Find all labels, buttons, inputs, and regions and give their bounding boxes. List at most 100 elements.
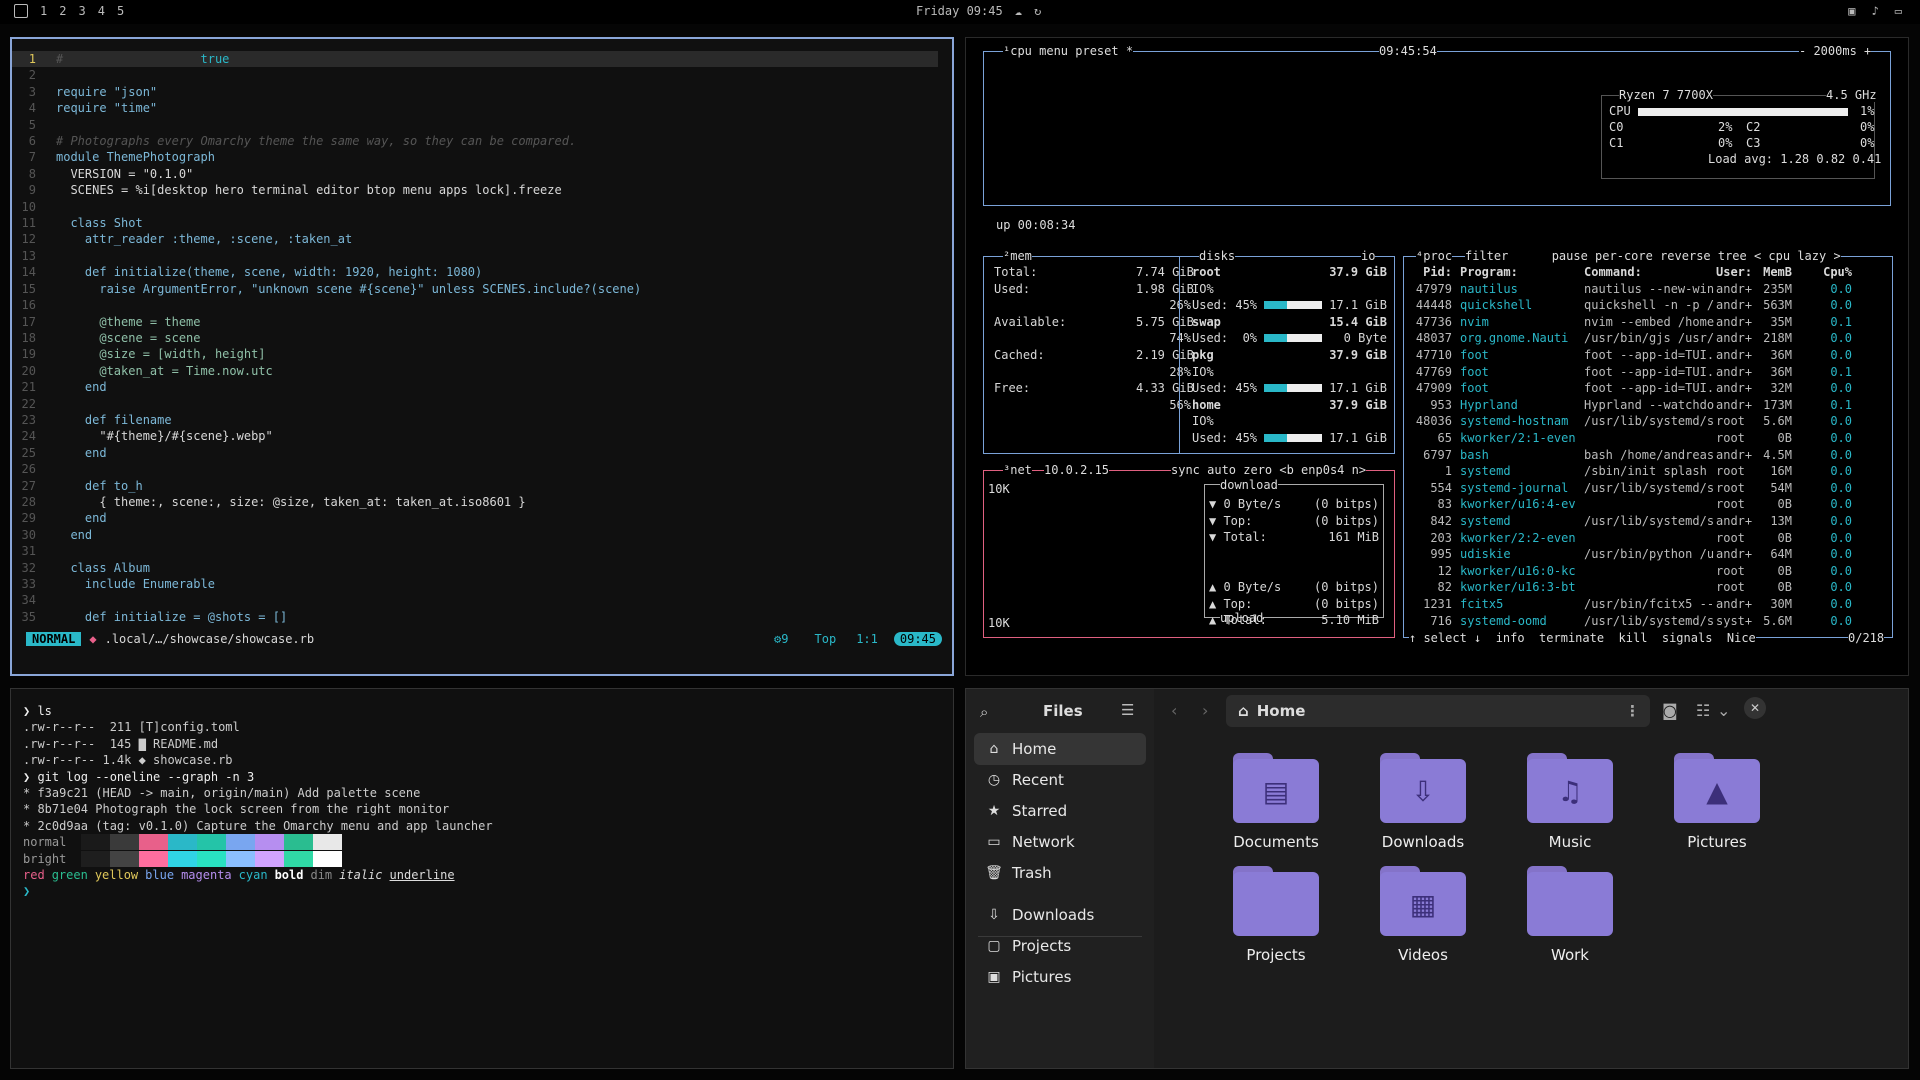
code-line: 19 @size = [width, height]	[12, 346, 938, 362]
proc-cell: 48036	[1415, 414, 1452, 429]
proc-options[interactable]: filter pause per-core reverse tree < cpu…	[1465, 249, 1841, 263]
download-icon: ⇩	[988, 907, 1000, 923]
location-bar[interactable]: ⌂ Home ⋮	[1226, 695, 1650, 727]
files-window[interactable]: ⌕ Files ☰ ⌂ Home ◷ Recent ★ Starred ▭ Network 🗑 T…	[965, 688, 1909, 1069]
proc-cell: andr+	[1716, 547, 1753, 562]
code-line: 20 @taken_at = Time.now.utc	[12, 363, 938, 379]
clock[interactable]: Friday 09:45	[916, 4, 1003, 18]
style-sample: cyan	[238, 868, 268, 883]
proc-cell: systemd-journal	[1460, 480, 1569, 495]
screen-icon[interactable]: ▣	[1848, 4, 1855, 18]
folder-projects[interactable]: Projects	[1206, 866, 1346, 964]
network-icon: ▭	[987, 834, 1001, 850]
folder-downloads[interactable]: ⇩ Downloads	[1353, 753, 1493, 851]
line-number: 1	[28, 52, 36, 66]
proc-cell: /usr/lib/systemd/s	[1584, 613, 1714, 628]
folder-label: Pictures	[1687, 833, 1747, 851]
sidebar-item-home[interactable]: ⌂ Home	[974, 733, 1146, 765]
proc-cell: 32M	[1770, 381, 1792, 396]
style-sample: magenta	[181, 868, 232, 883]
sidebar-item-network[interactable]: ▭ Network	[974, 826, 1146, 858]
code-line: 34	[12, 592, 938, 608]
mem-label: Used:	[994, 281, 1031, 296]
code-text: raise ArgumentError, "unknown scene #{sc…	[56, 281, 642, 296]
mem-value: 26%	[1169, 298, 1191, 313]
proc-cell: andr+	[1716, 298, 1753, 313]
folder-documents[interactable]: ▤ Documents	[1206, 753, 1346, 851]
proc-cell: root	[1716, 414, 1745, 429]
workspace-3[interactable]: 3	[78, 4, 85, 18]
code-text: end	[56, 445, 107, 460]
proc-cell: quickshell -n -p /	[1584, 298, 1714, 313]
camera-icon[interactable]: ◙	[1662, 701, 1678, 720]
menu-icon[interactable]: ☰	[1121, 701, 1134, 719]
proc-cell: 1	[1444, 464, 1452, 479]
folder-icon	[1233, 872, 1319, 936]
kebab-icon[interactable]: ⋮	[1625, 702, 1640, 720]
mem-value: 28%	[1169, 364, 1191, 379]
sidebar-item-pictures[interactable]: ▣ Pictures	[974, 961, 1146, 993]
cpu-tabs[interactable]: ¹cpu menu preset *	[1003, 44, 1134, 58]
line-number: 2	[28, 68, 36, 83]
neovim-window[interactable]: 1 # true 2 3 require "json" 4 require "time" 5 6…	[10, 37, 954, 676]
mem-value: 2.19 GiB	[1136, 348, 1194, 362]
terminal-window[interactable]: ❯ ls .rw-r--r-- 211 [T]config.toml .rw-r--…	[10, 688, 954, 1069]
download-label: download	[1220, 478, 1278, 492]
folder-videos[interactable]: ▦ Videos	[1353, 866, 1493, 964]
line-number: 18	[21, 330, 36, 345]
workspace-4[interactable]: 4	[98, 4, 105, 18]
proc-cell: 47769	[1415, 364, 1452, 379]
omarchy-logo-icon[interactable]	[14, 4, 28, 18]
proc-cell: 0.0	[1830, 596, 1852, 611]
folder-music[interactable]: ♫ Music	[1500, 753, 1640, 851]
code-editor[interactable]: 1 # true 2 3 require "json" 4 require "time" 5 6…	[12, 51, 938, 625]
search-icon[interactable]: ⌕	[980, 703, 988, 721]
net-scale-top: 10K	[988, 482, 1010, 496]
proc-cell: /usr/bin/gjs /usr/	[1584, 331, 1714, 346]
mem-label: Free:	[994, 381, 1031, 396]
refresh-icon[interactable]: ↻	[1034, 4, 1041, 18]
proc-footer[interactable]: ↑ select ↓ info terminate kill signals N…	[1409, 631, 1756, 645]
update-interval[interactable]: - 2000ms +	[1799, 44, 1872, 58]
sidebar-item-projects[interactable]: ▢ Projects	[974, 930, 1146, 962]
sidebar-item-trash[interactable]: 🗑 Trash	[974, 857, 1146, 889]
sidebar-item-recent[interactable]: ◷ Recent	[974, 764, 1146, 796]
disk-label: Used: 45%	[1192, 381, 1258, 396]
cpu-freq: 4.5 GHz	[1826, 88, 1877, 102]
style-sample: bold	[274, 868, 304, 883]
forward-icon[interactable]: ›	[1202, 701, 1208, 720]
code-line: 32 class Album	[12, 560, 938, 576]
code-line: 21 end	[12, 379, 938, 395]
io-toggle[interactable]: io	[1361, 249, 1376, 263]
workspace-2[interactable]: 2	[59, 4, 66, 18]
workspace-1[interactable]: 1	[40, 4, 47, 18]
net-options[interactable]: sync auto zero <b enp0s4 n>	[1171, 463, 1367, 477]
net-stat-value: 161 MiB	[1328, 530, 1379, 545]
close-icon[interactable]: ✕	[1744, 697, 1766, 719]
disk-value: 17.1 GiB	[1329, 381, 1387, 396]
folder-icon: ▢	[987, 938, 1001, 954]
uptime: up 00:08:34	[996, 218, 1076, 232]
btop-window[interactable]: ¹cpu menu preset * 09:45:54 - 2000ms + R…	[965, 37, 1909, 676]
chevron-down-icon[interactable]: ⌄	[1717, 701, 1730, 720]
line-number: 25	[21, 445, 36, 460]
line-number: 32	[21, 560, 36, 575]
code-line: 13	[12, 248, 938, 264]
sidebar-item-starred[interactable]: ★ Starred	[974, 795, 1146, 827]
proc-cell: andr+	[1716, 314, 1753, 329]
monitor-icon[interactable]: ▭	[1895, 4, 1902, 18]
folder-work[interactable]: Work	[1500, 866, 1640, 964]
mem-label: Total:	[994, 265, 1038, 279]
volume-icon[interactable]: ♪	[1872, 4, 1879, 18]
list-view-icon[interactable]: ☷	[1696, 701, 1710, 720]
back-icon[interactable]: ‹	[1171, 701, 1177, 720]
cursor-position: 1:1	[856, 632, 878, 646]
folder-pictures[interactable]: ▲ Pictures	[1647, 753, 1787, 851]
workspace-5[interactable]: 5	[117, 4, 124, 18]
sidebar-item-downloads[interactable]: ⇩ Downloads	[974, 899, 1146, 931]
net-stat-value: 5.10 MiB	[1321, 613, 1379, 628]
style-sample: red	[23, 868, 45, 883]
scroll-position: Top	[814, 632, 837, 646]
palette-swatch	[168, 850, 197, 867]
cloud-icon[interactable]: ☁	[1015, 4, 1022, 18]
